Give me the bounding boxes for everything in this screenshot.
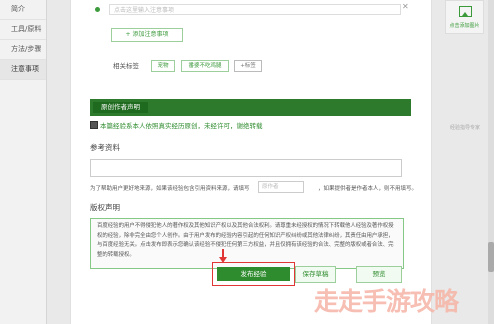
tags-label: 相关标签 (113, 62, 139, 70)
original-statement-text: 本篇经验系本人依照真实经历原创，未经许可，谢绝转载 (100, 122, 263, 130)
author-statement-button[interactable]: 原创作者声明 (93, 102, 148, 113)
watermark: 走走手游攻略 (314, 282, 492, 322)
reference-note: 为了帮助用户更好地来源，如果该经验包含引用资料来源，请填写 (90, 186, 250, 192)
add-picture-label: 点击添加图片 (449, 23, 480, 29)
preview-button[interactable]: 预览 (356, 266, 402, 283)
reference-note-suffix: ，如果提供者是作者本人，则不用填写。 (318, 186, 418, 192)
experience-label: 经验指导专家 (449, 125, 480, 131)
watermark-text: 走走手游攻略 (314, 287, 459, 316)
scrollbar[interactable] (488, 0, 494, 324)
tip-input[interactable]: 点击这里输入注意事项 (109, 4, 401, 15)
nav-item-notes[interactable]: 注意事项 (0, 60, 46, 80)
arrow-down-icon (219, 249, 227, 263)
add-tag-button[interactable]: +标签 (234, 60, 262, 72)
add-picture-button[interactable]: 点击添加图片 (445, 0, 484, 34)
right-panel: 点击添加图片 经验指导专家 (431, 0, 494, 324)
reference-textarea[interactable] (90, 159, 402, 177)
copyright-title: 版权声明 (90, 203, 120, 212)
author-statement-bar: 原创作者声明 (90, 99, 411, 116)
nav-item-intro[interactable]: 简介 (0, 0, 46, 20)
original-checkbox[interactable] (90, 121, 98, 129)
tag-item[interactable]: 宠物 (151, 60, 175, 72)
save-draft-button[interactable]: 保存草稿 (295, 266, 336, 283)
close-icon[interactable]: ✕ (402, 3, 409, 11)
publish-button[interactable]: 发布经验 (217, 267, 290, 281)
scrollbar-thumb[interactable] (488, 242, 494, 272)
editor-main: 点击这里输入注意事项 ✕ + 添加注意事项 相关标签 宠物 番婆不吃鸡腿 +标签… (70, 0, 432, 324)
tag-item[interactable]: 番婆不吃鸡腿 (181, 60, 229, 72)
bullet-icon (95, 7, 100, 12)
tip-row: 点击这里输入注意事项 (95, 4, 401, 16)
nav-item-steps[interactable]: 方法/步骤 (0, 40, 46, 60)
add-tip-button[interactable]: + 添加注意事项 (111, 28, 183, 42)
left-nav: 简介 工具/原料 方法/步骤 注意事项 (0, 0, 47, 324)
publish-highlight: 发布经验 (212, 262, 295, 286)
nav-item-tools[interactable]: 工具/原料 (0, 20, 46, 40)
original-author-input[interactable]: 原作者 (258, 181, 304, 193)
reference-title: 参考资料 (90, 143, 120, 152)
image-icon (459, 6, 472, 17)
